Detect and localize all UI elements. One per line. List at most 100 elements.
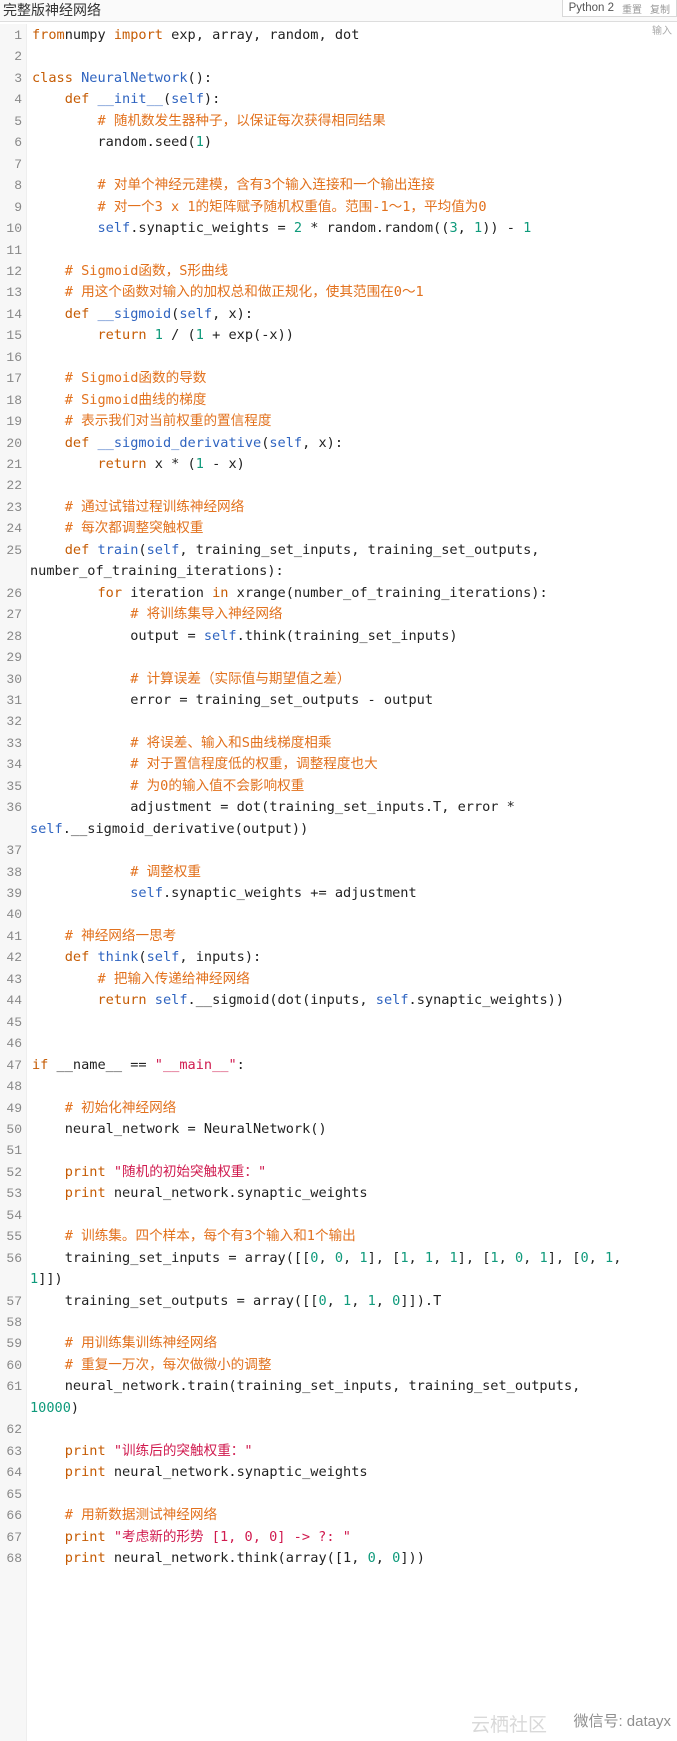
line-number: 52 xyxy=(6,1164,22,1180)
code-text: # 表示我们对当前权重的置信程度 xyxy=(32,410,649,434)
code-line: 47 if __name__ == "__main__": xyxy=(0,1054,677,1078)
line-number: 10 xyxy=(6,221,22,237)
code-token: .synaptic_weights += adjustment xyxy=(162,885,417,901)
code-line: 12 # Sigmoid函数，S形曲线 xyxy=(0,260,677,284)
line-number: 38 xyxy=(6,864,22,880)
code-token: ) xyxy=(70,1399,80,1416)
code-token: .__sigmoid_derivative(output)) xyxy=(62,820,309,837)
line-number: 40 xyxy=(6,907,22,923)
line-number: 19 xyxy=(6,414,22,430)
code-token: self xyxy=(154,992,188,1009)
line-number: 56 xyxy=(6,1250,22,1266)
code-token: self xyxy=(269,434,303,451)
code-token: , xyxy=(613,1249,622,1266)
line-number: 63 xyxy=(6,1443,22,1459)
code-token: + exp(-x)) xyxy=(203,327,294,344)
line-number: 2 xyxy=(14,49,22,65)
code-line: 34 # 对于置信程度低的权重，调整程度也大 xyxy=(0,753,677,777)
code-token: class xyxy=(32,69,73,86)
code-text: for iteration in xrange(number_of_traini… xyxy=(32,582,649,606)
code-token: 0 xyxy=(318,1292,327,1309)
code-line: 53 print neural_network.synaptic_weights xyxy=(0,1182,677,1206)
code-line: 45 xyxy=(0,1011,677,1035)
code-token: number_of_training_iterations): xyxy=(30,563,284,580)
code-token: , x): xyxy=(212,305,254,322)
line-number: 58 xyxy=(6,1315,22,1330)
line-number: 32 xyxy=(6,714,22,730)
line-number: 46 xyxy=(6,1036,22,1052)
code-line: 54 xyxy=(0,1204,677,1228)
code-token: think xyxy=(97,949,139,966)
code-line: 18 # Sigmoid曲线的梯度 xyxy=(0,389,677,413)
line-number: 31 xyxy=(6,692,22,708)
code-line: 8 # 对单个神经元建模，含有3个输入连接和一个输出连接 xyxy=(0,174,677,198)
code-token: return xyxy=(97,992,147,1009)
line-number: 1 xyxy=(14,28,22,43)
code-token: print xyxy=(64,1549,106,1566)
line-number: 15 xyxy=(6,328,22,344)
line-number: 12 xyxy=(6,263,22,279)
code-token: # 为0的输入值不会影响权重 xyxy=(130,777,305,794)
code-token: self xyxy=(171,91,204,108)
code-token: print xyxy=(64,1464,106,1481)
code-token: .synaptic_weights = xyxy=(130,220,294,237)
reset-button[interactable]: 重置 xyxy=(622,1,642,16)
code-token: self xyxy=(97,220,131,237)
code-text: # Sigmoid函数的导数 xyxy=(32,367,649,391)
code-token: ]]) xyxy=(38,1271,63,1288)
line-number: 17 xyxy=(6,371,22,387)
code-token: "__main__" xyxy=(154,1056,237,1073)
code-line: 14 def __sigmoid(self, x): xyxy=(0,303,677,327)
code-token: training_set_outputs = array([[ xyxy=(32,1292,319,1309)
code-token: "训练后的突触权重：" xyxy=(113,1442,253,1459)
line-number: 7 xyxy=(14,156,22,172)
code-token: neural_network = NeuralNetwork() xyxy=(32,1120,327,1137)
code-text: # 用这个函数对输入的加权总和做正规化，使其范围在0～1 xyxy=(32,281,649,305)
code-text: # 对单个神经元建模，含有3个输入连接和一个输出连接 xyxy=(32,174,649,198)
code-line: self.__sigmoid_derivative(output)) xyxy=(0,818,677,842)
code-text: error = training_set_outputs - output xyxy=(32,689,649,713)
code-text: # 重复一万次，每次做微小的调整 xyxy=(32,1354,649,1378)
code-line: 38 # 调整权重 xyxy=(0,861,677,885)
code-text: # 将训练集导入神经网络 xyxy=(32,603,649,627)
code-token: neural_network.train(training_set_inputs… xyxy=(32,1378,581,1395)
code-token: __name__ == xyxy=(48,1056,155,1073)
code-token: self xyxy=(179,305,213,322)
code-line: 49 # 初始化神经网络 xyxy=(0,1097,677,1121)
code-token: ) xyxy=(203,134,213,151)
line-number: 60 xyxy=(6,1357,22,1373)
code-editor[interactable]: 1 fromnumpy import exp, array, random, do… xyxy=(0,24,677,1741)
code-token: random.seed( xyxy=(32,134,196,151)
code-line: 55 # 训练集。四个样本，每个有3个输入和1个输出 xyxy=(0,1225,677,1249)
copy-button[interactable]: 复制 xyxy=(650,1,670,16)
code-token: "随机的初始突触权重：" xyxy=(113,1163,267,1180)
code-token: __init__ xyxy=(97,91,163,108)
code-token: ( xyxy=(162,91,172,108)
code-line: 16 xyxy=(0,346,677,370)
line-number: 34 xyxy=(6,757,22,773)
code-line: 13 # 用这个函数对输入的加权总和做正规化，使其范围在0～1 xyxy=(0,281,677,305)
code-token: # 训练集。四个样本，每个有3个输入和1个输出 xyxy=(64,1228,356,1245)
code-token: # 通过试错过程训练神经网络 xyxy=(64,498,245,515)
code-token: 1 xyxy=(400,1249,409,1266)
code-token: # 将误差、输入和S曲线梯度相乘 xyxy=(130,734,332,751)
code-token: training_set_inputs = array([[ xyxy=(32,1249,311,1266)
code-line: 15 return 1 / (1 + exp(-x)) xyxy=(0,324,677,348)
code-text: print "考虑新的形势 [1, 0, 0] -> ?: " xyxy=(32,1526,649,1550)
code-token: 1 xyxy=(539,1249,548,1266)
line-number: 37 xyxy=(6,843,22,859)
code-line: 19 # 表示我们对当前权重的置信程度 xyxy=(0,410,677,434)
